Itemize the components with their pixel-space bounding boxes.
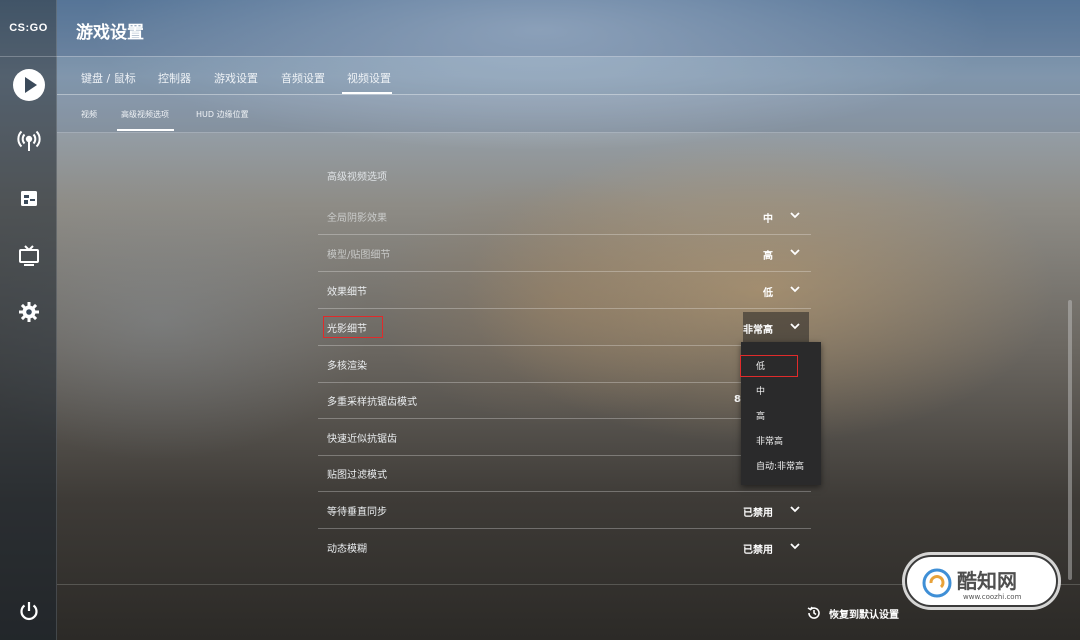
- setting-label: 多核渲染: [327, 361, 367, 372]
- setting-label: 模型/贴图细节: [327, 250, 391, 261]
- restore-defaults-label: 恢复到默认设置: [829, 609, 899, 621]
- chevron-down-icon[interactable]: [789, 541, 801, 551]
- power-icon[interactable]: [0, 591, 57, 631]
- dropdown-option-very-high[interactable]: 非常高: [756, 434, 783, 447]
- subtab-video[interactable]: 视频: [81, 109, 97, 120]
- setting-row-motion-blur[interactable]: 动态模糊 已禁用: [318, 529, 811, 566]
- active-tab-indicator: [342, 92, 392, 94]
- setting-row-global-shadow[interactable]: 全局阴影效果 中: [318, 198, 811, 235]
- setting-label: 等待垂直同步: [327, 507, 387, 518]
- history-icon: [807, 606, 820, 619]
- chevron-down-icon[interactable]: [789, 210, 801, 220]
- tab-audio-settings[interactable]: 音频设置: [281, 70, 325, 86]
- video-subtabs: 视频 高级视频选项 HUD 边缘位置: [57, 95, 1080, 133]
- section-title: 高级视频选项: [327, 172, 387, 183]
- setting-value: 已禁用: [743, 508, 773, 519]
- play-icon[interactable]: [0, 65, 57, 105]
- dropdown-option-auto[interactable]: 自动:非常高: [756, 459, 804, 472]
- app-logo: CS:GO: [9, 22, 48, 34]
- setting-value: 已禁用: [743, 545, 773, 556]
- dropdown-option-high[interactable]: 高: [756, 409, 765, 422]
- watermark-badge: 酷知网 www.coozhi.com: [905, 555, 1058, 607]
- setting-value: 中: [763, 214, 773, 225]
- watermark-text: 酷知网: [957, 569, 1017, 593]
- tab-video-settings[interactable]: 视频设置: [347, 70, 391, 86]
- setting-label: 动态模糊: [327, 544, 367, 555]
- tab-keyboard-mouse[interactable]: 键盘 / 鼠标: [81, 70, 136, 86]
- watermark-logo-icon: [922, 568, 952, 598]
- setting-row-vsync[interactable]: 等待垂直同步 已禁用: [318, 492, 811, 529]
- active-subtab-indicator: [117, 129, 174, 131]
- watermark-url: www.coozhi.com: [963, 593, 1022, 601]
- setting-value: 8: [734, 394, 741, 405]
- restore-defaults-button[interactable]: 恢复到默认设置: [806, 604, 899, 622]
- setting-row-effect-detail[interactable]: 效果细节 低: [318, 272, 811, 309]
- setting-label: 多重采样抗锯齿模式: [327, 397, 417, 408]
- setting-row-shader-detail[interactable]: 光影细节 非常高: [318, 309, 811, 346]
- subtab-hud-edge[interactable]: HUD 边缘位置: [196, 109, 249, 120]
- gear-icon[interactable]: [0, 292, 57, 332]
- setting-label: 效果细节: [327, 287, 367, 298]
- settings-tabs: 键盘 / 鼠标 控制器 游戏设置 音频设置 视频设置: [57, 57, 1080, 95]
- highlight-box-label: [323, 316, 383, 338]
- setting-label: 快速近似抗锯齿: [327, 434, 397, 445]
- chevron-down-icon[interactable]: [789, 284, 801, 294]
- highlight-box-option: [740, 355, 798, 377]
- setting-row-fxaa[interactable]: 快速近似抗锯齿: [318, 419, 811, 456]
- broadcast-icon[interactable]: [0, 121, 57, 161]
- setting-row-multicore[interactable]: 多核渲染: [318, 346, 811, 383]
- logo-divider: [0, 56, 57, 57]
- chevron-down-icon[interactable]: [789, 321, 801, 331]
- tv-icon[interactable]: [0, 235, 57, 275]
- tab-game-settings[interactable]: 游戏设置: [214, 70, 258, 86]
- tab-controller[interactable]: 控制器: [158, 70, 191, 86]
- setting-row-msaa[interactable]: 多重采样抗锯齿模式 8: [318, 382, 811, 419]
- inventory-icon[interactable]: [0, 178, 57, 218]
- setting-row-model-texture[interactable]: 模型/贴图细节 高: [318, 235, 811, 272]
- setting-label: 全局阴影效果: [327, 213, 387, 224]
- subtab-advanced-video[interactable]: 高级视频选项: [121, 109, 169, 120]
- chevron-down-icon[interactable]: [789, 504, 801, 514]
- scrollbar[interactable]: [1068, 300, 1072, 580]
- setting-value: 低: [763, 288, 773, 299]
- setting-label: 贴图过滤模式: [327, 470, 387, 481]
- chevron-down-icon[interactable]: [789, 247, 801, 257]
- page-header: 游戏设置: [57, 0, 1080, 57]
- setting-value: 高: [763, 251, 773, 262]
- sidebar: CS:GO: [0, 0, 57, 640]
- setting-row-texture-filter[interactable]: 贴图过滤模式: [318, 455, 811, 492]
- page-title: 游戏设置: [76, 23, 144, 43]
- dropdown-option-medium[interactable]: 中: [756, 384, 765, 397]
- setting-value: 非常高: [743, 325, 773, 336]
